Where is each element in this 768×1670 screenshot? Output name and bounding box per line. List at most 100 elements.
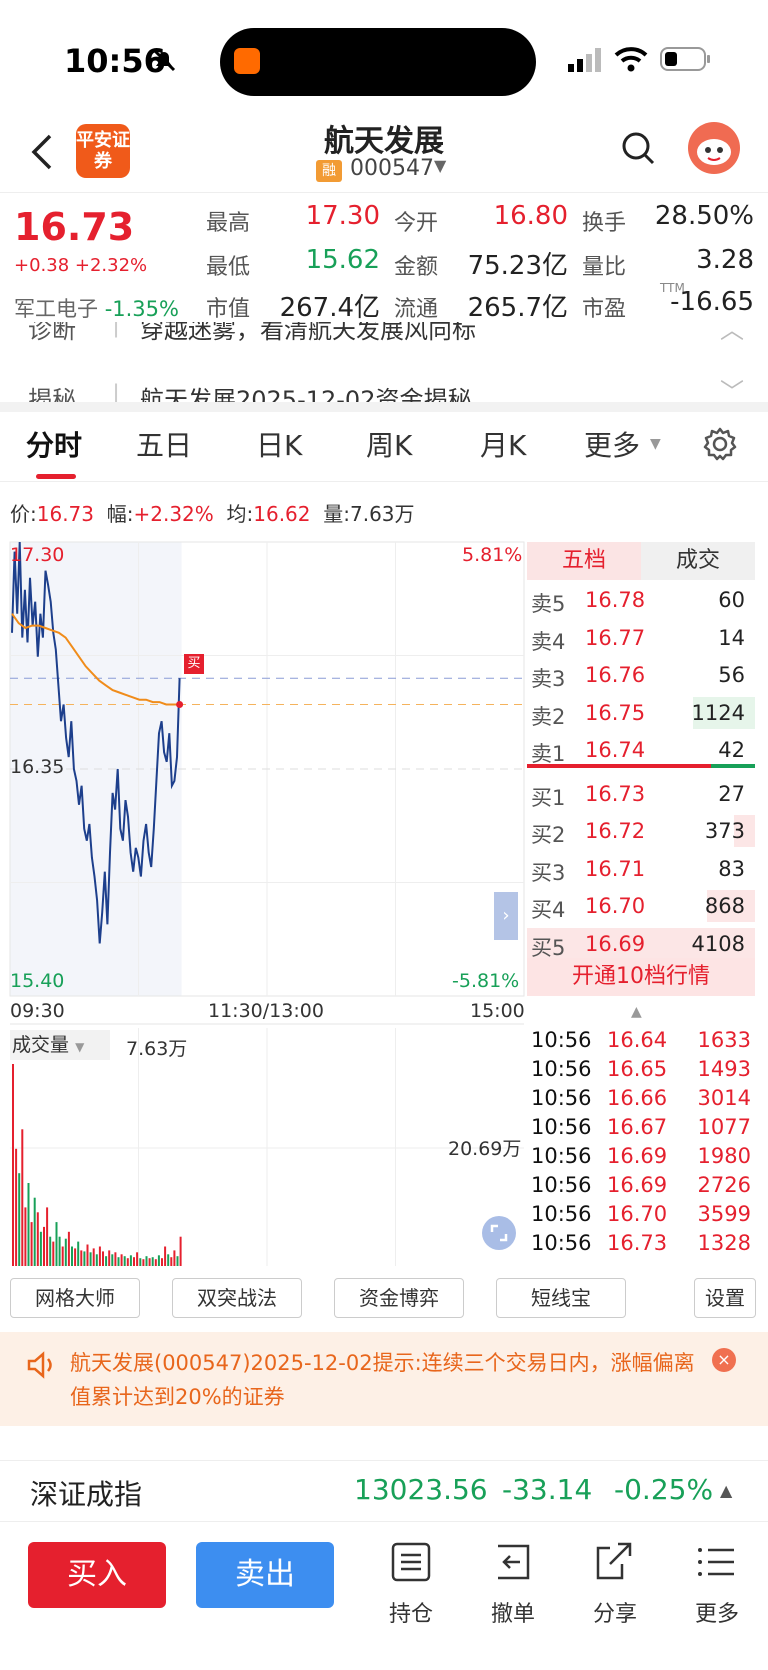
tick-price: 16.64 (607, 1028, 668, 1052)
search-icon[interactable] (620, 130, 656, 166)
ask-row[interactable]: 卖5 16.78 60 (527, 582, 755, 618)
tick-price: 16.73 (607, 1231, 668, 1255)
status-bar: 10:56 (0, 0, 768, 110)
volume-indicator-select[interactable]: 成交量 ▼ (10, 1030, 110, 1060)
volume-bar (64, 1238, 67, 1266)
index-ticker[interactable]: 深证成指 13023.56 -33.14 -0.25% ▲ (0, 1460, 768, 1522)
stat-label: 今开 (394, 211, 439, 236)
ask-row[interactable]: 卖2 16.75 1124 (527, 695, 755, 731)
nav-positions[interactable]: 持仓 (376, 1540, 446, 1628)
volume-bar (148, 1258, 151, 1266)
tab-day-k[interactable]: 日K (256, 424, 302, 464)
insight-strip[interactable]: 诊断 | 穿越迷雾，看清航天发展风向标 ︿ 揭秘 | 航天发展2025-12-0… (0, 322, 768, 402)
volume-bar (157, 1255, 160, 1266)
strip-label: 揭秘 (28, 386, 76, 402)
level-label: 买3 (531, 860, 566, 885)
tool-settings[interactable]: 设置 (694, 1278, 756, 1318)
bid-row[interactable]: 买2 16.72 373 (527, 813, 755, 849)
chevron-down-icon[interactable]: ﹀ (720, 372, 744, 402)
volume-bar (27, 1183, 30, 1266)
tick-time: 10:56 (531, 1173, 592, 1197)
ask-bid-divider (527, 764, 711, 768)
bid-row[interactable]: 买1 16.73 27 (527, 776, 755, 812)
tool-short-term[interactable]: 短线宝 (496, 1278, 626, 1318)
volume-bar (102, 1251, 104, 1266)
risk-alert-banner: 航天发展(000547)2025-12-02提示:连续三个交易日内，涨幅偏离值累… (0, 1332, 768, 1426)
more-caret-icon[interactable]: ▼ (650, 436, 661, 452)
volume-bar (120, 1254, 123, 1266)
bid-row[interactable]: 买5 16.69 4108 (527, 926, 755, 962)
intraday-chart[interactable]: 17.30 16.35 15.40 5.81% -5.81% 09:30 11:… (0, 536, 528, 1276)
ask-row[interactable]: 卖3 16.76 56 (527, 657, 755, 693)
volume-bar (43, 1226, 45, 1266)
tab-five-levels[interactable]: 五档 (527, 542, 641, 580)
tool-capital-game[interactable]: 资金博弈 (334, 1278, 464, 1318)
nav-cancel-order[interactable]: 撤单 (478, 1540, 548, 1628)
level-volume: 83 (718, 856, 745, 881)
info-price-label: 价: (10, 502, 37, 526)
buy-button[interactable]: 买入 (28, 1542, 166, 1608)
tool-double-break[interactable]: 双突战法 (172, 1278, 302, 1318)
info-price: 16.73 (36, 502, 95, 526)
level-label: 买4 (531, 898, 566, 922)
tab-intraday[interactable]: 分时 (26, 424, 82, 464)
volume-bar (161, 1258, 163, 1266)
code-dropdown-icon[interactable]: ▼ (434, 156, 446, 175)
level-price: 16.77 (585, 625, 646, 650)
info-amp-label: 幅: (106, 502, 134, 526)
assistant-avatar[interactable] (688, 122, 740, 174)
level-label: 卖5 (531, 592, 566, 616)
nav-label: 撤单 (490, 1602, 535, 1627)
volume-bar (86, 1244, 89, 1266)
volume-bar (33, 1197, 36, 1266)
level-price: 16.69 (585, 931, 646, 956)
collapse-up-icon[interactable]: ▲ (631, 1004, 642, 1020)
expand-arrow-icon[interactable]: › (494, 892, 518, 940)
bid-row[interactable]: 买3 16.71 83 (527, 851, 755, 887)
chart-tabs: 分时 五日 日K 周K 月K 更多 ▼ (0, 410, 768, 482)
battery-icon (660, 47, 710, 71)
strip-label: 诊断 (28, 322, 76, 344)
strip-text[interactable]: 穿越迷雾，看清航天发展风向标 (140, 322, 476, 345)
volume-bar (52, 1241, 55, 1266)
tick-price: 16.70 (607, 1202, 668, 1226)
level-price: 16.76 (585, 663, 646, 687)
spacer (0, 1426, 768, 1460)
strip-text[interactable]: 航天发展2025-12-02资金揭秘 (140, 380, 471, 402)
level-volume: 60 (718, 588, 745, 612)
nav-share[interactable]: 分享 (580, 1540, 650, 1628)
tab-trades[interactable]: 成交 (641, 542, 755, 580)
sector-name: 军工电子 (14, 297, 98, 321)
stock-code[interactable]: 000547 (350, 156, 434, 181)
alert-text: 航天发展(000547)2025-12-02提示:连续三个交易日内，涨幅偏离值累… (70, 1351, 695, 1409)
tab-5day[interactable]: 五日 (136, 424, 192, 464)
volume-bar (15, 1148, 18, 1266)
quote-panel: 16.73 +0.38 +2.32% 军工电子 -1.35% 最高 17.30 … (0, 192, 768, 323)
settings-gear-icon[interactable] (702, 426, 738, 462)
bid-row[interactable]: 买4 16.70 868 (527, 888, 755, 924)
sector-change: -1.35% (104, 297, 179, 321)
sell-button[interactable]: 卖出 (196, 1542, 334, 1608)
dynamic-island (220, 28, 536, 96)
volume-bar (164, 1246, 167, 1266)
sector-link[interactable]: 军工电子 -1.35% (14, 293, 179, 323)
x-end-label: 15:00 (470, 1000, 525, 1022)
ask-row[interactable]: 卖4 16.77 14 (527, 620, 755, 656)
tab-month-k[interactable]: 月K (480, 424, 526, 464)
ask-row[interactable]: 卖1 16.74 42 (527, 732, 755, 768)
tool-grid-master[interactable]: 网格大师 (10, 1278, 140, 1318)
stat-value: 267.4亿 (279, 293, 380, 323)
stat-label: 市盈 (582, 297, 627, 322)
close-icon[interactable]: × (712, 1348, 736, 1372)
upgrade-10-levels-button[interactable]: 开通10档行情 (527, 958, 755, 996)
fullscreen-icon[interactable] (482, 1216, 516, 1250)
nav-more[interactable]: 更多 (682, 1540, 752, 1628)
chevron-up-icon[interactable]: ︿ (720, 322, 744, 345)
tab-week-k[interactable]: 周K (366, 424, 412, 464)
tick-time: 10:56 (531, 1086, 592, 1110)
volume-bar (58, 1236, 61, 1266)
stat-value: -16.65 (670, 287, 754, 317)
tab-more[interactable]: 更多 (584, 424, 640, 464)
expand-up-icon[interactable]: ▲ (720, 1481, 732, 1500)
tick-volume: 1328 (697, 1231, 751, 1255)
